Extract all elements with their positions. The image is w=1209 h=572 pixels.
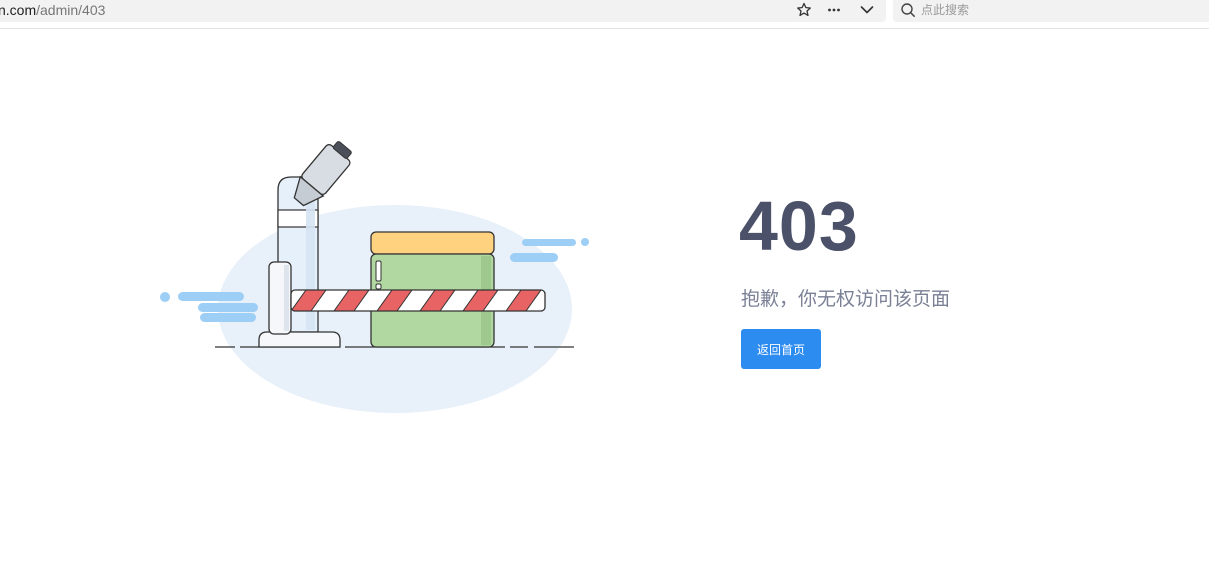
search-input[interactable]	[921, 1, 1191, 19]
browser-toolbar: n.com/admin/403	[0, 0, 1209, 29]
barrier-arm	[290, 289, 546, 312]
search-icon	[899, 0, 917, 20]
url-host: n.com	[0, 2, 37, 18]
url-text[interactable]: n.com/admin/403	[0, 1, 105, 19]
error-code: 403	[739, 187, 859, 265]
address-bar[interactable]: n.com/admin/403	[0, 0, 886, 22]
crate-lid	[370, 231, 495, 255]
more-icon[interactable]	[823, 0, 845, 20]
back-to-home-button[interactable]: 返回首页	[741, 329, 821, 369]
star-icon[interactable]	[793, 0, 815, 20]
security-camera	[293, 141, 352, 207]
barrier-illustration-svg	[160, 141, 589, 413]
url-path: /admin/403	[36, 2, 106, 18]
chevron-down-icon[interactable]	[856, 0, 878, 20]
search-box[interactable]	[893, 0, 1209, 22]
error-message: 抱歉，你无权访问该页面	[741, 288, 951, 310]
cloud-left	[160, 292, 258, 322]
access-denied-illustration	[150, 135, 600, 425]
